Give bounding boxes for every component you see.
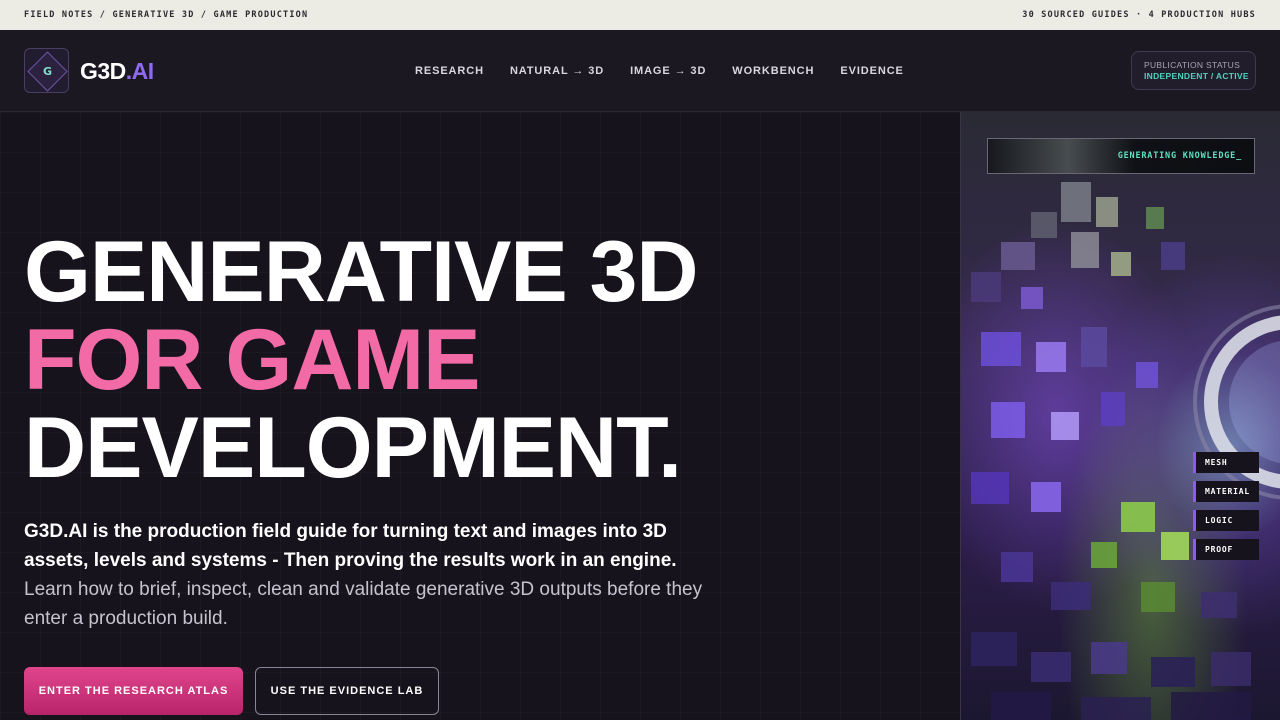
nav-evidence[interactable]: EVIDENCE xyxy=(840,65,903,77)
tag-logic: LOGIC xyxy=(1193,510,1259,531)
generating-status-box: GENERATING KNOWLEDGE_ xyxy=(987,138,1255,174)
enter-research-atlas-button[interactable]: ENTER THE RESEARCH ATLAS xyxy=(24,667,243,715)
publication-status-label: PUBLICATION STATUS xyxy=(1144,60,1241,70)
brand-main: G3D xyxy=(80,58,126,84)
site-stats: 30 SOURCED GUIDES · 4 PRODUCTION HUBS xyxy=(1022,10,1256,20)
brand-suffix: .AI xyxy=(125,58,154,84)
hero-visual-panel: GENERATING KNOWLEDGE_ MESH MATERIAL LOGI… xyxy=(960,112,1280,720)
nav-workbench[interactable]: WORKBENCH xyxy=(732,65,814,77)
main-nav: RESEARCH NATURAL → 3D IMAGE → 3D WORKBEN… xyxy=(415,65,904,77)
logo-mark[interactable]: G xyxy=(24,48,69,93)
tag-material: MATERIAL xyxy=(1193,481,1259,502)
tag-proof: PROOF xyxy=(1193,539,1259,560)
voxel-portal-illustration xyxy=(971,182,1280,720)
hero-intro-rest: Learn how to brief, inspect, clean and v… xyxy=(24,579,703,629)
hero-headline: GENERATIVE 3D FOR GAME DEVELOPMENT. xyxy=(24,224,699,496)
nav-natural-to-3d[interactable]: NATURAL → 3D xyxy=(510,65,604,77)
nav-image-to-3d[interactable]: IMAGE → 3D xyxy=(630,65,706,77)
use-evidence-lab-button[interactable]: USE THE EVIDENCE LAB xyxy=(255,667,439,715)
nav-research[interactable]: RESEARCH xyxy=(415,65,484,77)
breadcrumb: FIELD NOTES / GENERATIVE 3D / GAME PRODU… xyxy=(24,10,309,20)
top-info-bar: FIELD NOTES / GENERATIVE 3D / GAME PRODU… xyxy=(0,0,1280,30)
publication-status-badge: PUBLICATION STATUS INDEPENDENT / ACTIVE xyxy=(1131,51,1256,90)
brand-wordmark[interactable]: G3D.AI xyxy=(80,58,154,85)
site-header: G G3D.AI RESEARCH NATURAL → 3D IMAGE → 3… xyxy=(0,30,1280,112)
logo-letter: G xyxy=(42,65,53,78)
headline-line-3: DEVELOPMENT. xyxy=(24,400,682,496)
headline-line-2: FOR GAME xyxy=(24,312,480,408)
hero-intro-bold: G3D.AI is the production field guide for… xyxy=(24,521,677,571)
headline-line-1: GENERATIVE 3D xyxy=(24,224,699,320)
hero-intro: G3D.AI is the production field guide for… xyxy=(24,517,704,633)
publication-status-value: INDEPENDENT / ACTIVE xyxy=(1144,71,1249,81)
hero-section: GENERATIVE 3D FOR GAME DEVELOPMENT. G3D.… xyxy=(0,112,960,720)
tag-mesh: MESH xyxy=(1193,452,1259,473)
